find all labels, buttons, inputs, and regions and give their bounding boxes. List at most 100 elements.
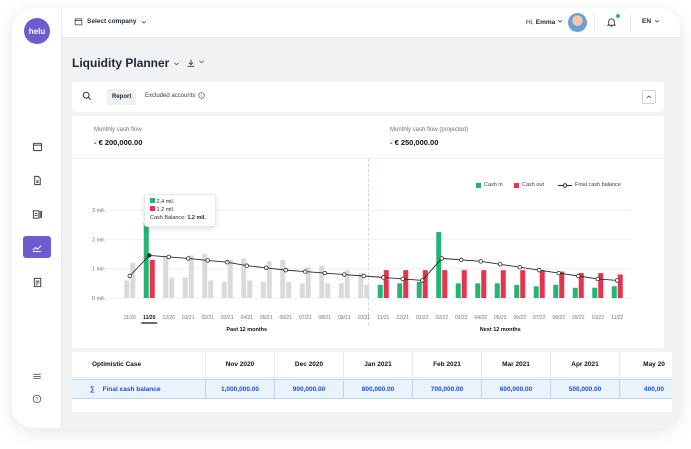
x-tick-label: 01/21 <box>182 315 195 321</box>
balance-point <box>595 276 600 282</box>
y-tick-label: 3 mil. <box>92 208 106 214</box>
export-menu[interactable] <box>186 58 205 68</box>
column-header: May 20 <box>620 352 672 377</box>
ledger-icon[interactable] <box>23 203 51 225</box>
x-tick-label: 06/22 <box>513 315 526 321</box>
balance-point <box>166 254 171 260</box>
x-tick-label: 07/21 <box>299 315 312 321</box>
x-tick-label: 04/22 <box>474 315 487 321</box>
x-tick-label: 09/21 <box>338 315 351 321</box>
x-tick-label: 07/22 <box>533 315 546 321</box>
balance-point <box>537 267 542 273</box>
bar-cash-out <box>286 281 292 298</box>
column-header: Dec 2020 <box>275 352 344 377</box>
balance-point <box>127 273 132 279</box>
x-tick-label: 05/21 <box>260 315 273 321</box>
invoice-icon[interactable] <box>23 271 51 293</box>
balance-point <box>576 273 581 279</box>
bar-cash-out <box>149 259 155 298</box>
chart-tooltip: 2.4 mil. 1.2 mil. Cash Balance: 1.2 mil. <box>144 194 216 227</box>
balance-point <box>342 272 347 277</box>
bar-cash-in <box>455 283 461 298</box>
bar-cash-out <box>481 270 487 298</box>
search-icon[interactable] <box>82 91 92 101</box>
x-tick-label: 10/21 <box>357 315 370 321</box>
scenario-table: Optimistic Case Nov 2020 Dec 2020 Jan 2021… <box>72 352 672 412</box>
balance-point <box>439 256 444 261</box>
balance-point <box>459 257 464 263</box>
bar-cash-in <box>377 284 383 298</box>
top-bar: Select company Hi, Emma EN <box>62 8 680 38</box>
bar-cash-out <box>520 270 526 298</box>
bar-cash-in <box>494 283 500 298</box>
user-name: Emma <box>535 19 556 26</box>
chart-icon[interactable] <box>23 236 51 258</box>
x-tick-label: 08/22 <box>552 315 565 321</box>
document-icon[interactable] <box>23 169 51 191</box>
chevron-down-icon <box>557 19 563 23</box>
chevron-up-icon <box>646 95 652 99</box>
x-tick-label: 12/21 <box>396 315 409 321</box>
stack-icon[interactable] <box>23 365 51 387</box>
bar-cash-out <box>442 270 448 298</box>
y-tick-label: 0 mil. <box>92 296 106 302</box>
tab-report[interactable]: Report <box>107 89 137 105</box>
chevron-down-icon <box>199 60 204 64</box>
bar-cash-in <box>299 283 305 298</box>
x-tick-label: 02/22 <box>435 315 448 321</box>
table-cell[interactable]: 500,000.00 <box>551 380 620 398</box>
avatar[interactable] <box>568 13 587 32</box>
wallet-icon[interactable] <box>23 135 51 157</box>
bar-cash-in <box>611 286 617 298</box>
x-tick-label: 11/21 <box>377 315 389 321</box>
svg-text:?: ? <box>36 397 39 403</box>
bar-cash-out <box>227 259 233 298</box>
table-cell[interactable]: 700,000.00 <box>413 380 482 398</box>
bar-cash-in <box>553 284 559 298</box>
language-selector[interactable]: EN <box>642 18 660 25</box>
user-menu[interactable]: Hi, Emma <box>526 18 563 26</box>
balance-point <box>420 278 425 283</box>
bar-cash-out <box>539 270 545 298</box>
table-cell[interactable]: 900,000.00 <box>275 380 344 398</box>
bar-cash-out <box>247 280 253 298</box>
group-label-past: Past 12 months <box>226 327 267 333</box>
bar-cash-out <box>188 255 194 298</box>
tooltip-balance: Cash Balance: 1.2 mil. <box>150 215 206 221</box>
table-cell[interactable]: 400,00 <box>620 380 672 398</box>
collapse-button[interactable] <box>642 90 656 104</box>
bell-icon[interactable] <box>606 16 617 30</box>
bar-cash-out <box>325 283 331 298</box>
help-icon[interactable]: ? <box>23 388 51 410</box>
bar-cash-in <box>475 283 481 298</box>
balance-point <box>244 263 249 268</box>
balance-point <box>264 265 269 270</box>
x-tick-label: 11/20 <box>143 315 155 321</box>
column-header: Mar 2021 <box>482 352 551 377</box>
row-label[interactable]: ∑ Final cash balance <box>72 380 206 398</box>
balance-point <box>147 253 152 258</box>
bar-cash-out <box>559 271 565 298</box>
filter-bar: Report Excluded accounts i <box>72 82 664 112</box>
table-cell[interactable]: 1,000,000.00 <box>206 380 275 398</box>
x-tick-label: 11/22 <box>611 315 623 321</box>
table-row: ∑ Final cash balance 1,000,000.00 900,000… <box>72 379 672 399</box>
app-logo[interactable]: helu <box>24 18 50 44</box>
page-title[interactable]: Liquidity Planner <box>72 56 180 70</box>
scenario-name[interactable]: Optimistic Case <box>72 352 206 377</box>
excluded-accounts[interactable]: Excluded accounts i <box>145 92 206 99</box>
company-selector[interactable]: Select company <box>74 17 147 26</box>
x-tick-label: 03/21 <box>221 315 234 321</box>
group-label-next: Next 12 months <box>480 327 521 333</box>
sigma-icon: ∑ <box>90 385 95 393</box>
x-tick-label: 06/21 <box>279 315 292 321</box>
table-cell[interactable]: 600,000.00 <box>482 380 551 398</box>
bar-cash-out <box>130 262 136 298</box>
x-tick-label: 01/22 <box>416 315 429 321</box>
bar-cash-out <box>461 270 467 298</box>
table-cell[interactable]: 800,000.00 <box>344 380 413 398</box>
bar-cash-out <box>208 280 214 298</box>
balance-point <box>205 258 210 263</box>
bar-cash-in <box>416 281 422 298</box>
x-tick-label: 12/20 <box>162 315 175 321</box>
